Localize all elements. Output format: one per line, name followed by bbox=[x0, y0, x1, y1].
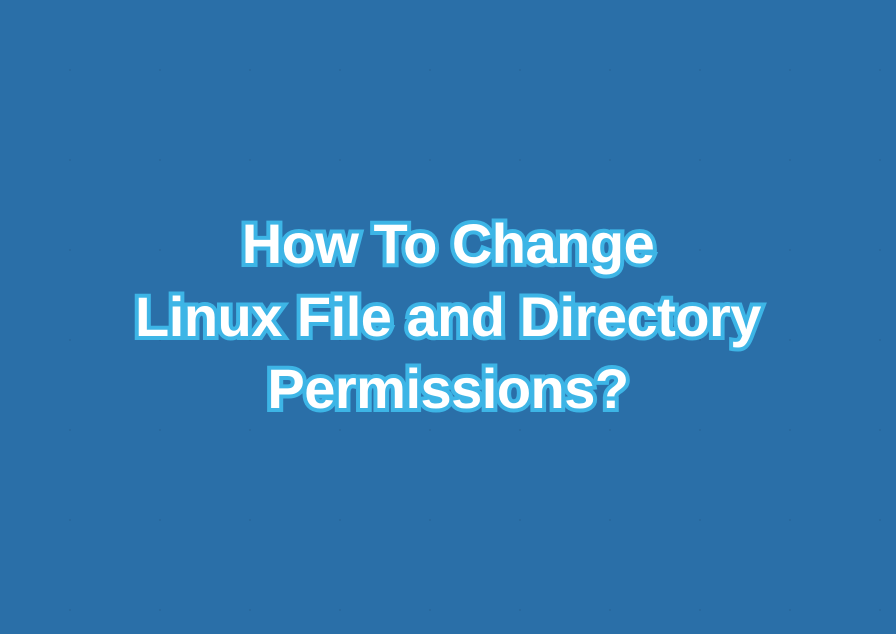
main-title: How To Change Linux File and Directory P… bbox=[135, 208, 761, 426]
title-line-1: How To Change bbox=[135, 208, 761, 281]
title-line-2: Linux File and Directory bbox=[135, 281, 761, 354]
title-line-3: Permissions? bbox=[135, 353, 761, 426]
title-container: How To Change Linux File and Directory P… bbox=[95, 208, 801, 426]
